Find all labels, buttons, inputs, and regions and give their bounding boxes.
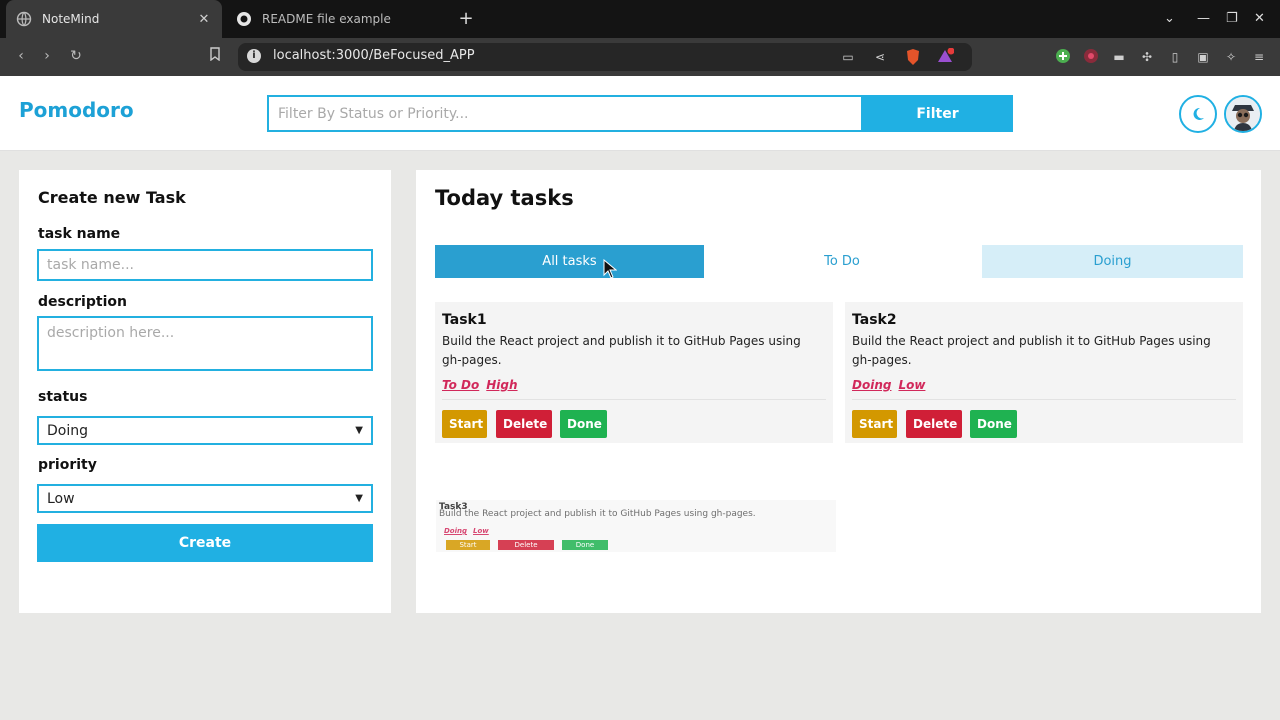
forward-icon[interactable]: › bbox=[38, 47, 56, 65]
tab-doing[interactable]: Doing bbox=[982, 245, 1243, 278]
chevron-down-icon: ▼ bbox=[355, 425, 363, 436]
start-button[interactable]: Start bbox=[852, 410, 897, 438]
site-info-icon[interactable]: i bbox=[247, 49, 261, 63]
priority-tag: Low bbox=[473, 527, 489, 535]
globe-icon bbox=[16, 11, 32, 27]
leo-ai-icon[interactable]: ✧ bbox=[1222, 48, 1240, 66]
maximize-icon[interactable]: ❐ bbox=[1226, 11, 1238, 26]
task-description: Build the React project and publish it t… bbox=[442, 334, 801, 367]
task-card-drag-ghost[interactable]: Task3 Build the React project and publis… bbox=[436, 500, 836, 552]
extension-green-icon[interactable] bbox=[1054, 48, 1072, 66]
task-description: Build the React project and publish it t… bbox=[439, 509, 756, 519]
delete-button[interactable]: Delete bbox=[496, 410, 552, 438]
filter-button[interactable]: Filter bbox=[862, 95, 1013, 132]
status-tag[interactable]: Doing bbox=[852, 378, 891, 392]
reload-icon[interactable]: ↻ bbox=[67, 47, 85, 65]
close-window-icon[interactable]: ✕ bbox=[1254, 11, 1265, 26]
bookmark-icon[interactable] bbox=[206, 47, 224, 65]
extension-record-icon[interactable] bbox=[1082, 48, 1100, 66]
extension-gray-icon[interactable]: ▬ bbox=[1110, 48, 1128, 66]
task-card[interactable]: Task1 Build the React project and publis… bbox=[435, 302, 833, 443]
github-icon bbox=[236, 11, 252, 27]
done-button: Done bbox=[562, 540, 608, 550]
priority-tag[interactable]: High bbox=[486, 378, 517, 392]
back-icon[interactable]: ‹ bbox=[12, 47, 30, 65]
done-button[interactable]: Done bbox=[970, 410, 1017, 438]
dark-mode-toggle[interactable] bbox=[1179, 95, 1217, 133]
task-tags: To Do High bbox=[442, 378, 525, 392]
browser-tab-notemind[interactable]: NoteMind ✕ bbox=[6, 0, 222, 38]
task-name-label: task name bbox=[38, 226, 121, 242]
avatar[interactable] bbox=[1224, 95, 1262, 133]
status-tag: Doing bbox=[444, 527, 468, 535]
close-tab-icon[interactable]: ✕ bbox=[196, 12, 212, 27]
priority-select[interactable]: Low ▼ bbox=[37, 484, 373, 513]
task-card[interactable]: Task2 Build the React project and publis… bbox=[845, 302, 1243, 443]
done-button[interactable]: Done bbox=[560, 410, 607, 438]
filter-input[interactable] bbox=[267, 95, 863, 132]
start-button: Start bbox=[446, 540, 490, 550]
brave-rewards-icon[interactable] bbox=[936, 47, 955, 66]
share-icon[interactable]: ⋖ bbox=[871, 48, 889, 66]
divider bbox=[442, 399, 826, 400]
status-label: status bbox=[38, 389, 88, 405]
create-task-title: Create new Task bbox=[38, 188, 186, 207]
delete-button: Delete bbox=[498, 540, 554, 550]
description-textarea[interactable] bbox=[37, 316, 373, 371]
sidebar-toggle-icon[interactable]: ▯ bbox=[1166, 48, 1184, 66]
priority-label: priority bbox=[38, 457, 97, 473]
task-name: Task2 bbox=[852, 312, 897, 328]
status-select-value: Doing bbox=[47, 422, 88, 439]
task-tags: Doing Low bbox=[444, 527, 495, 535]
status-select[interactable]: Doing ▼ bbox=[37, 416, 373, 445]
browser-tab-strip: NoteMind ✕ README file example + ⌄ — ❐ ✕ bbox=[0, 0, 1280, 38]
priority-select-value: Low bbox=[47, 490, 75, 507]
tab-all-tasks[interactable]: All tasks bbox=[435, 245, 704, 278]
task-name-input[interactable] bbox=[37, 249, 373, 281]
mouse-cursor-icon bbox=[603, 258, 618, 279]
chevron-down-icon: ▼ bbox=[355, 493, 363, 504]
divider bbox=[852, 399, 1236, 400]
today-tasks-title: Today tasks bbox=[435, 186, 574, 210]
new-tab-button[interactable]: + bbox=[456, 9, 476, 29]
status-tag[interactable]: To Do bbox=[442, 378, 479, 392]
url-text[interactable]: localhost:3000/BeFocused_APP bbox=[273, 48, 475, 63]
tab-search-icon[interactable]: ⌄ bbox=[1164, 11, 1175, 26]
tab-to-do[interactable]: To Do bbox=[708, 245, 976, 278]
moon-icon bbox=[1193, 107, 1204, 120]
brand-logo[interactable]: Pomodoro bbox=[19, 98, 134, 122]
delete-button[interactable]: Delete bbox=[906, 410, 962, 438]
extensions-puzzle-icon[interactable]: ✣ bbox=[1138, 48, 1156, 66]
cast-icon[interactable]: ▭ bbox=[839, 48, 857, 66]
start-button[interactable]: Start bbox=[442, 410, 487, 438]
task-name: Task1 bbox=[442, 312, 487, 328]
task-tags: Doing Low bbox=[852, 378, 932, 392]
browser-tab-readme[interactable]: README file example bbox=[226, 0, 452, 38]
priority-tag[interactable]: Low bbox=[898, 378, 925, 392]
tab-title: README file example bbox=[262, 12, 391, 26]
tab-title: NoteMind bbox=[42, 12, 100, 26]
task-description: Build the React project and publish it t… bbox=[852, 334, 1211, 367]
menu-icon[interactable]: ≡ bbox=[1250, 48, 1268, 66]
brave-shield-icon[interactable] bbox=[904, 48, 922, 66]
description-label: description bbox=[38, 294, 127, 310]
create-button[interactable]: Create bbox=[37, 524, 373, 562]
user-avatar-icon bbox=[1226, 97, 1260, 131]
wallet-icon[interactable]: ▣ bbox=[1194, 48, 1212, 66]
minimize-icon[interactable]: — bbox=[1197, 11, 1210, 26]
